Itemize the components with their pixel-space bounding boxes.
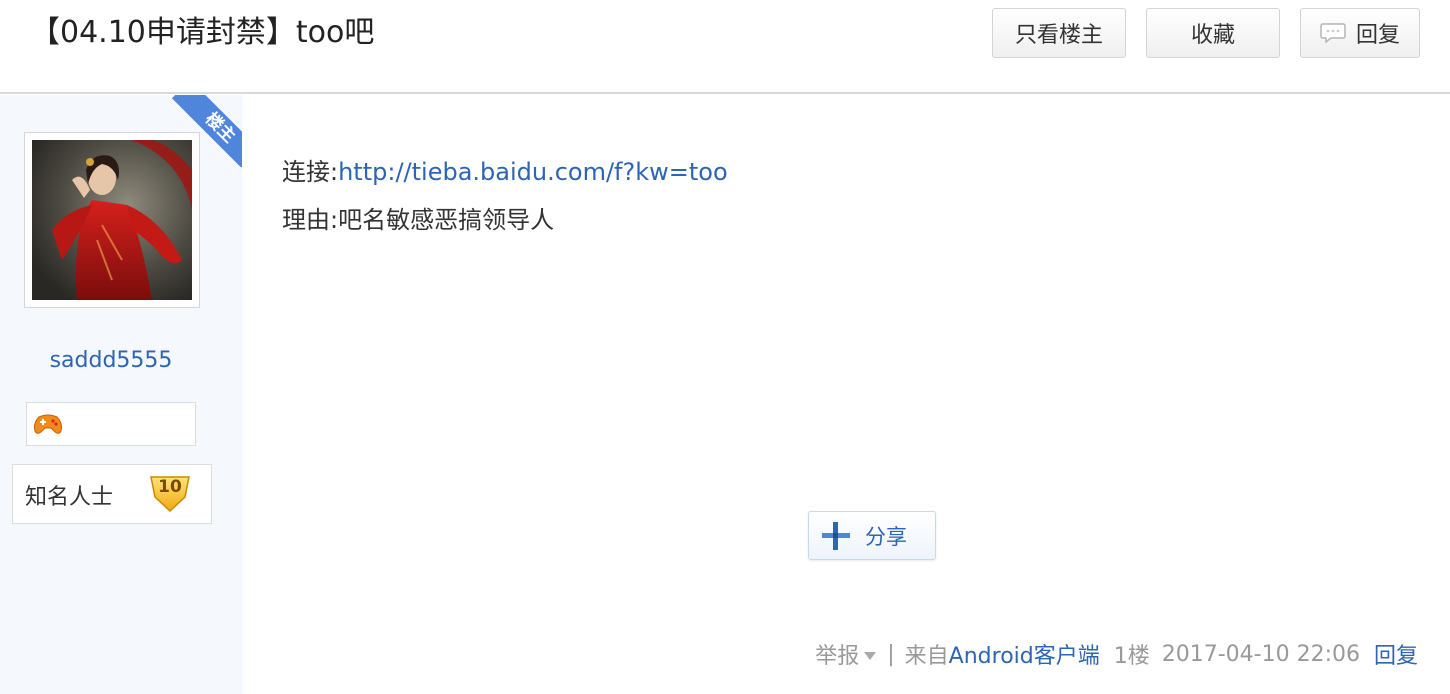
- favorite-button[interactable]: 收藏: [1146, 8, 1280, 58]
- reason-line: 理由:吧名敏感恶搞领导人: [282, 206, 555, 234]
- reply-button-label: 回复: [1355, 23, 1400, 48]
- client-link[interactable]: Android客户端: [949, 638, 1100, 670]
- link-prefix: 连接:: [282, 158, 339, 186]
- thread-title: 【04.10申请封禁】too吧: [30, 15, 375, 50]
- avatar-frame[interactable]: [24, 132, 200, 308]
- caret-down-icon[interactable]: [863, 642, 877, 667]
- from-prefix: 来自: [904, 644, 949, 669]
- level-name: 知名人士: [25, 485, 114, 510]
- footer-reply-link[interactable]: 回复: [1374, 638, 1418, 670]
- floor-number: 1楼: [1113, 644, 1150, 669]
- post-footer: 举报 | 来自 Android客户端 1楼 2017-04-10 22:06 回复: [815, 638, 1418, 670]
- reply-button[interactable]: 回复: [1300, 8, 1420, 58]
- shield-badge-icon: 10: [147, 473, 193, 513]
- game-controller-icon[interactable]: [33, 411, 63, 441]
- post-content: 连接:http://tieba.baidu.com/f?kw=too 理由:吧名…: [282, 148, 728, 244]
- thread-header: 【04.10申请封禁】too吧 只看楼主 收藏 回复: [0, 0, 1450, 94]
- level-box[interactable]: 知名人士 10: [12, 464, 212, 524]
- username-link[interactable]: saddd5555: [0, 348, 222, 373]
- share-label: 分享: [865, 524, 907, 549]
- only-lz-button[interactable]: 只看楼主: [992, 8, 1126, 58]
- report-link[interactable]: 举报: [815, 638, 859, 670]
- level-number: 10: [158, 477, 182, 497]
- plus-cross-icon: [821, 521, 851, 551]
- post-timestamp: 2017-04-10 22:06: [1161, 641, 1360, 667]
- badge-box: [26, 402, 196, 446]
- footer-separator: |: [887, 641, 895, 667]
- avatar[interactable]: [32, 140, 192, 300]
- speech-bubble-icon: [1320, 22, 1346, 44]
- bar-link[interactable]: http://tieba.baidu.com/f?kw=too: [338, 158, 728, 186]
- share-button[interactable]: 分享: [808, 511, 936, 560]
- link-line: 连接:http://tieba.baidu.com/f?kw=too: [282, 148, 728, 196]
